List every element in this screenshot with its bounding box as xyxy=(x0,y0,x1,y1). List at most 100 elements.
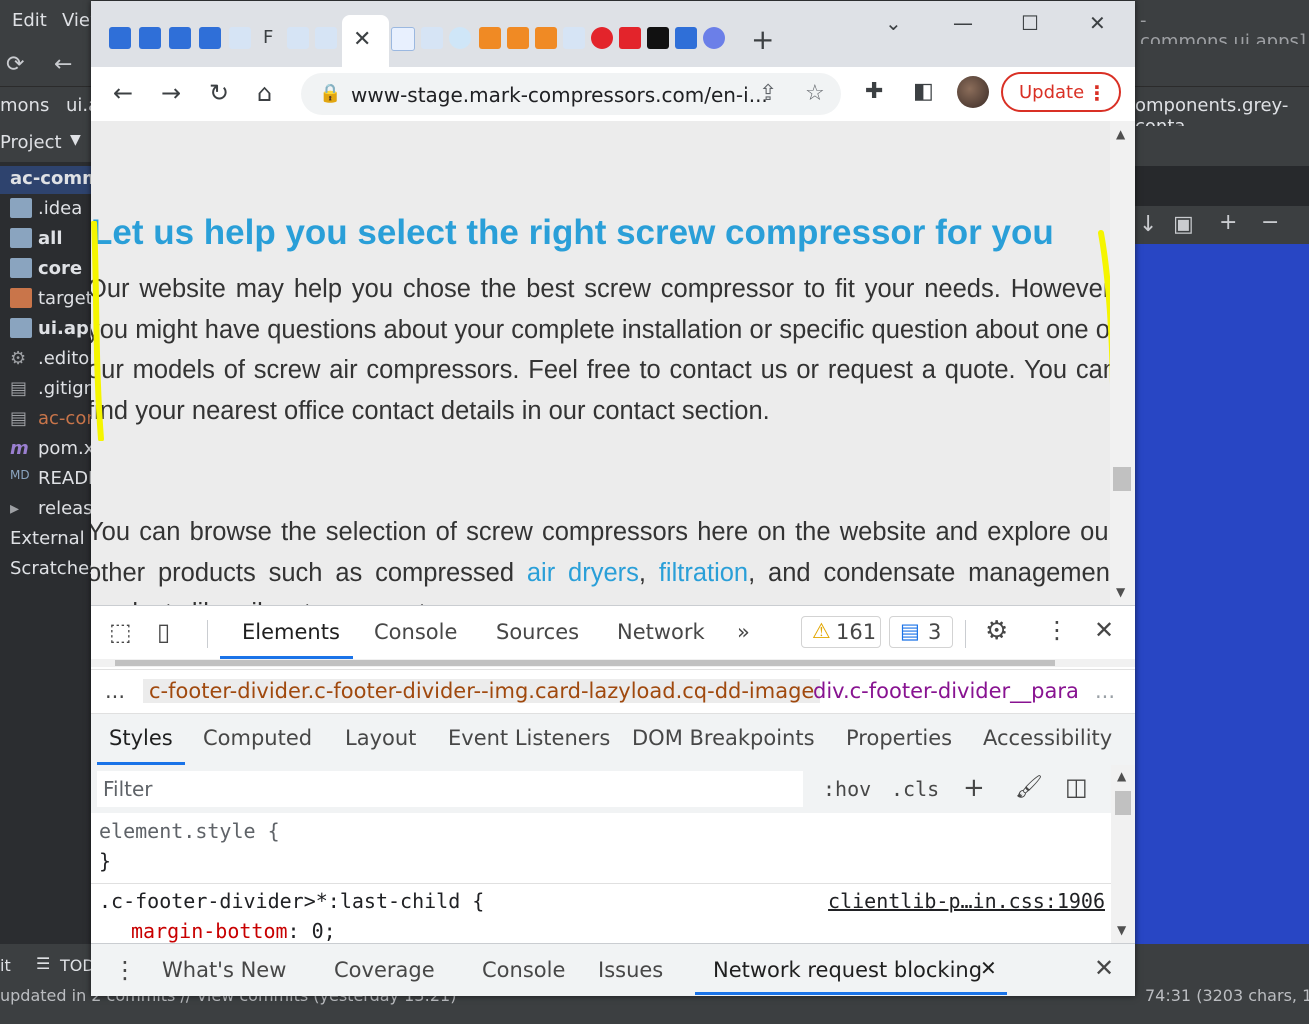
reload-icon[interactable]: ↻ xyxy=(209,79,229,107)
tab-favicon-site[interactable] xyxy=(229,27,251,49)
close-icon[interactable]: ✕ xyxy=(353,27,371,52)
scroll-up-icon[interactable]: ▲ xyxy=(1116,127,1125,141)
crumb-selected-element[interactable]: c-footer-divider.c-footer-divider--img.c… xyxy=(143,679,821,703)
forward-icon[interactable]: → xyxy=(161,79,181,107)
back-arrow-icon[interactable]: ← xyxy=(54,52,72,77)
tab-favicon-stackoverflow[interactable] xyxy=(507,27,529,49)
elements-hscrollbar[interactable] xyxy=(91,659,1135,667)
tab-favicon-site[interactable] xyxy=(315,27,337,49)
device-toolbar-icon[interactable]: ▯ xyxy=(157,618,170,646)
tab-sources[interactable]: Sources xyxy=(496,620,579,644)
more-vert-icon[interactable]: ⋮ xyxy=(1087,81,1107,105)
tab-accessibility[interactable]: Accessibility xyxy=(983,726,1112,750)
tab-favicon-jira[interactable] xyxy=(139,27,161,49)
tree-item[interactable]: ▤ ac-con xyxy=(0,406,92,434)
side-panel-icon[interactable]: ◧ xyxy=(913,79,934,104)
omnibox[interactable]: 🔒 www-stage.mark-compressors.com/en-i...… xyxy=(301,73,841,115)
avatar[interactable] xyxy=(957,76,989,108)
tree-item[interactable]: ⚙ .editor xyxy=(0,346,92,374)
home-icon[interactable]: ⌂ xyxy=(257,79,272,107)
paint-format-icon[interactable]: 🖌 xyxy=(1015,775,1043,800)
tab-search-chevron-icon[interactable]: ⌄ xyxy=(885,11,902,35)
tab-favicon-red[interactable] xyxy=(591,27,613,49)
class-toggle[interactable]: .cls xyxy=(891,777,939,801)
window-close-icon[interactable]: ✕ xyxy=(1089,11,1106,35)
tree-item[interactable]: MD READN xyxy=(0,466,92,494)
filtration-link[interactable]: filtration xyxy=(659,559,748,587)
tree-item[interactable]: core xyxy=(0,256,92,284)
bookmark-star-icon[interactable]: ☆ xyxy=(805,81,825,106)
save-icon[interactable]: ▣ xyxy=(1173,212,1194,237)
tree-item[interactable]: all xyxy=(0,226,92,254)
element-style-selector[interactable]: element.style { xyxy=(99,819,280,843)
add-column-icon[interactable]: + xyxy=(1219,210,1237,235)
scroll-down-icon[interactable]: ▼ xyxy=(1116,585,1125,599)
tab-console[interactable]: Console xyxy=(374,620,457,644)
close-tab-icon[interactable]: ✕ xyxy=(980,956,997,980)
remove-column-icon[interactable]: − xyxy=(1261,210,1279,235)
arrow-down-icon[interactable]: ↓ xyxy=(1139,212,1157,237)
rule-selector[interactable]: .c-footer-divider>*:last-child { xyxy=(99,889,484,913)
hover-state-toggle[interactable]: :hov xyxy=(823,777,871,801)
tree-item[interactable]: External Li xyxy=(0,526,92,554)
tab-event-listeners[interactable]: Event Listeners xyxy=(448,726,610,750)
drawer-tab-whats-new[interactable]: What's New xyxy=(162,958,286,982)
tab-favicon-jira[interactable] xyxy=(169,27,191,49)
menu-edit[interactable]: Edit xyxy=(12,10,47,31)
cursor-position[interactable]: 74:31 (3203 chars, 16 xyxy=(1145,986,1309,1005)
air-dryers-link[interactable]: air dryers xyxy=(527,559,639,587)
tab-favicon-v[interactable] xyxy=(647,27,669,49)
scroll-down-icon[interactable]: ▼ xyxy=(1117,923,1126,937)
css-property-value[interactable]: 0; xyxy=(300,919,336,943)
tree-item[interactable]: ui.app xyxy=(0,316,92,344)
tab-properties[interactable]: Properties xyxy=(846,726,952,750)
tab-elements[interactable]: Elements xyxy=(242,620,340,644)
maximize-icon[interactable]: ☐ xyxy=(1021,11,1039,35)
minimize-icon[interactable]: — xyxy=(953,11,973,35)
css-property-name[interactable]: margin-bottom xyxy=(131,919,288,943)
project-label[interactable]: Project xyxy=(0,132,62,153)
crumbs-scroll-left[interactable]: ... xyxy=(105,679,125,703)
tab-favicon-site[interactable] xyxy=(563,27,585,49)
tree-item[interactable]: ▤ .gitign xyxy=(0,376,92,404)
styles-filter-input[interactable] xyxy=(97,771,803,807)
messages-badge[interactable]: ▤ 3 xyxy=(889,616,953,648)
styles-scrollbar[interactable]: ▲ ▼ xyxy=(1111,765,1135,943)
scroll-thumb[interactable] xyxy=(1115,791,1131,815)
crumbs-scroll-right[interactable]: ... xyxy=(1095,679,1115,703)
settings-gear-icon[interactable]: ⚙ xyxy=(985,616,1008,646)
share-icon[interactable]: ⇪ xyxy=(759,81,777,106)
crumb-module[interactable]: mons xyxy=(0,95,49,116)
tree-item[interactable]: ▸ release xyxy=(0,496,92,524)
todo-tab[interactable]: TOD xyxy=(60,956,95,975)
drawer-tab-issues[interactable]: Issues xyxy=(598,958,663,982)
back-icon[interactable]: ← xyxy=(113,79,133,107)
crumb-child-element[interactable]: div.c-footer-divider__para xyxy=(813,679,1079,703)
tab-styles[interactable]: Styles xyxy=(109,726,173,750)
tab-favicon-site[interactable] xyxy=(287,27,309,49)
toggle-sidebar-icon[interactable]: ◫ xyxy=(1065,773,1088,801)
tab-favicon-jira[interactable] xyxy=(109,27,131,49)
tab-network[interactable]: Network xyxy=(617,620,705,644)
drawer-tab-console[interactable]: Console xyxy=(482,958,565,982)
tab-favicon-bookmark[interactable] xyxy=(675,27,697,49)
tree-item[interactable]: ac-comm xyxy=(0,166,92,194)
tab-favicon-stackoverflow[interactable] xyxy=(535,27,557,49)
more-options-icon[interactable]: ⋮ xyxy=(1045,616,1069,644)
tab-computed[interactable]: Computed xyxy=(203,726,312,750)
tree-item[interactable]: .idea xyxy=(0,196,92,224)
tab-favicon-site[interactable] xyxy=(421,27,443,49)
close-drawer-icon[interactable]: ✕ xyxy=(1094,954,1114,982)
extensions-puzzle-icon[interactable]: ✚ xyxy=(865,79,883,104)
new-tab-plus-icon[interactable]: + xyxy=(751,23,774,56)
update-button[interactable]: Update ⋮ xyxy=(1001,72,1121,112)
drawer-menu-icon[interactable]: ⋮ xyxy=(113,956,137,984)
tab-favicon-sync[interactable] xyxy=(703,27,725,49)
more-tabs-icon[interactable]: » xyxy=(737,620,750,644)
scroll-thumb[interactable] xyxy=(1113,467,1131,491)
rule-source-link[interactable]: clientlib-p…in.css:1906 xyxy=(828,889,1105,913)
lock-icon[interactable]: 🔒 xyxy=(319,83,341,104)
tab-dom-breakpoints[interactable]: DOM Breakpoints xyxy=(632,726,815,750)
chevron-down-icon[interactable]: ▼ xyxy=(70,132,81,148)
tab-favicon-adobe[interactable] xyxy=(619,27,641,49)
